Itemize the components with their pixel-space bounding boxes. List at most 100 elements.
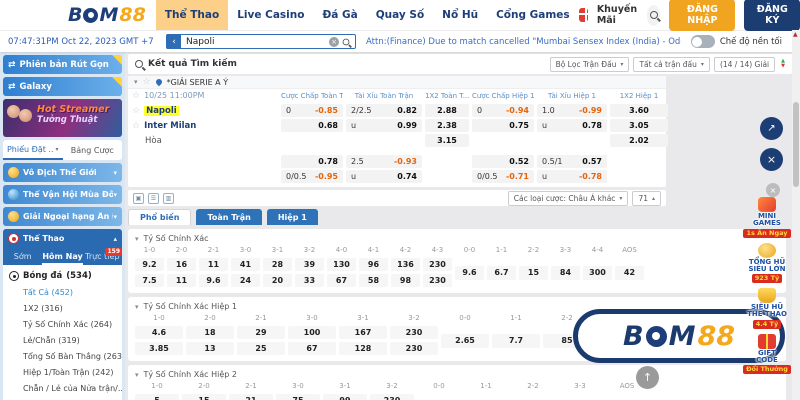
star-icon[interactable]: ☆	[132, 121, 140, 131]
nav-tab[interactable]: Cổng Games	[487, 0, 579, 30]
odds-cell[interactable]: 2.5-0.93	[346, 155, 422, 168]
chevron-left-icon[interactable]: ‹	[167, 34, 181, 49]
odds-cell[interactable]: 0.78	[281, 155, 343, 168]
search-value[interactable]: Napoli	[181, 37, 329, 47]
market-tab[interactable]: Toàn Trận	[196, 209, 261, 225]
expand-arrow-button[interactable]: ↗	[760, 117, 783, 140]
odds-cell[interactable]: 0.75	[472, 119, 534, 132]
market-item[interactable]: Tổng Số Bàn Thắng (263)	[3, 348, 122, 364]
market-item[interactable]: Tất Cả (452)	[3, 284, 122, 300]
star-icon[interactable]: ☆	[132, 106, 140, 116]
market-tab[interactable]: Hiệp 1	[267, 209, 318, 225]
register-button[interactable]: ĐĂNG KÝ	[744, 0, 800, 31]
odds-cell[interactable]: u0.74	[346, 170, 422, 183]
odds-cell[interactable]: 3.15	[425, 134, 469, 147]
odds-cell[interactable]: 0-0.94	[472, 104, 534, 117]
score-odds-cell[interactable]: 67	[288, 342, 336, 355]
score-odds-cell[interactable]: 67	[327, 274, 356, 287]
tab-bet-slip[interactable]: Phiếu Đặt .. ▾	[3, 140, 63, 160]
score-odds-cell[interactable]: 28	[263, 258, 292, 271]
score-odds-cell[interactable]: 99	[323, 394, 367, 400]
time-tab[interactable]: Trực tiếp159	[83, 248, 122, 265]
score-odds-cell[interactable]: 230	[370, 394, 414, 400]
score-odds-cell[interactable]: 9.6	[199, 274, 228, 287]
score-odds-cell[interactable]: 15	[519, 266, 548, 280]
score-odds-cell[interactable]: 24	[231, 274, 260, 287]
odds-cell[interactable]: 3.05	[610, 119, 668, 132]
market-item[interactable]: Tỷ Số Chính Xác (264)	[3, 316, 122, 332]
score-odds-cell[interactable]: 2.65	[441, 334, 489, 348]
score-odds-cell[interactable]: 4.6	[135, 326, 183, 339]
score-odds-cell[interactable]: 39	[295, 258, 324, 271]
section-header[interactable]: ▾Tỷ Số Chính Xác	[135, 232, 779, 245]
hot-streamer-banner[interactable]: Hot Streamer Tưởng Thuật	[3, 99, 122, 137]
search-input[interactable]: ‹ Napoli ×	[166, 34, 356, 49]
score-odds-cell[interactable]: 25	[237, 342, 285, 355]
promo-card[interactable]: SIÊU HŨTHỂ THAO4.4 Tỷ	[747, 288, 787, 329]
tab-bet-board[interactable]: Bảng Cược	[63, 140, 123, 160]
nav-tab[interactable]: Quay Số	[367, 0, 433, 30]
nav-tab[interactable]: Live Casino	[228, 0, 313, 30]
list-view-icon[interactable]: ☰	[148, 193, 159, 204]
score-odds-cell[interactable]: 75	[276, 394, 320, 400]
stats-view-icon[interactable]: ▥	[163, 193, 174, 204]
score-odds-cell[interactable]: 5	[135, 394, 179, 400]
odds-cell[interactable]: 0/0.5-0.95	[281, 170, 343, 183]
odds-cell[interactable]: u-0.78	[537, 170, 607, 183]
odds-cell[interactable]: 2.88	[425, 104, 469, 117]
page-scrollbar[interactable]: ▲	[792, 30, 800, 400]
odds-cell[interactable]: 3.60	[610, 104, 668, 117]
market-item[interactable]: Hiệp 1/Toàn Trận (242)	[3, 364, 122, 380]
star-icon[interactable]: ☆	[143, 77, 151, 87]
nav-tab[interactable]: Đá Gà	[313, 0, 366, 30]
all-matches-dropdown[interactable]: Tất cả trận đấu▾	[633, 57, 710, 72]
score-odds-cell[interactable]: 13	[186, 342, 234, 355]
score-odds-cell[interactable]: 84	[551, 266, 580, 280]
score-odds-cell[interactable]: 42	[615, 266, 644, 280]
bet-types-dropdown[interactable]: Các loại cược: Châu Á khác▾	[508, 191, 629, 206]
score-odds-cell[interactable]: 7.5	[135, 274, 164, 287]
section-header[interactable]: ▾Tỷ Số Chính Xác Hiệp 2	[135, 368, 779, 381]
star-icon[interactable]: ☆	[132, 91, 140, 101]
league-header-row[interactable]: ▾ ☆ *GIẢI SERIE A Ý	[128, 76, 666, 89]
score-odds-cell[interactable]: 16	[167, 258, 196, 271]
score-odds-cell[interactable]: 11	[199, 258, 228, 271]
score-odds-cell[interactable]: 9.6	[455, 266, 484, 280]
nav-tab[interactable]: Thể Thao	[156, 0, 228, 30]
promo-card[interactable]: GIFTCODEĐổi Thưởng	[743, 334, 791, 375]
market-tab[interactable]: Phổ biến	[128, 209, 191, 225]
galaxy-banner[interactable]: ⇄ Galaxy	[3, 77, 122, 96]
score-odds-cell[interactable]: 300	[583, 266, 612, 280]
score-odds-cell[interactable]: 130	[327, 258, 356, 271]
sport-header-football[interactable]: Bóng đá (534)	[3, 268, 122, 284]
score-odds-cell[interactable]: 6.7	[487, 266, 516, 280]
score-odds-cell[interactable]: 11	[167, 274, 196, 287]
score-odds-cell[interactable]: 7.7	[492, 334, 540, 348]
score-odds-cell[interactable]: 230	[390, 326, 438, 339]
scrollbar-thumb[interactable]	[793, 102, 799, 187]
odds-cell[interactable]: 0.52	[472, 155, 534, 168]
score-odds-cell[interactable]: 58	[359, 274, 388, 287]
collapse-chevron-icon[interactable]: ▾	[134, 78, 138, 86]
sidebar-league-item[interactable]: Thể Vận Hội Mùa Đông▾	[3, 185, 122, 204]
score-odds-cell[interactable]: 18	[186, 326, 234, 339]
match-filter-dropdown[interactable]: Bộ Lọc Trận Đấu▾	[550, 57, 630, 72]
grid-view-icon[interactable]: ▣	[133, 193, 144, 204]
odds-cell[interactable]: 0/0.5-0.71	[472, 170, 534, 183]
scrollbar-up-arrow[interactable]: ▲	[793, 31, 798, 38]
login-button[interactable]: ĐĂNG NHẬP	[669, 0, 735, 31]
odds-cell[interactable]: u0.99	[346, 119, 422, 132]
brand-logo[interactable]: B M 88	[68, 4, 146, 26]
odds-cell[interactable]: 0-0.85	[281, 104, 343, 117]
clear-search-icon[interactable]: ×	[329, 37, 339, 47]
sidebar-league-item[interactable]: Vô Địch Thế Giới▾	[3, 163, 122, 182]
bet-count-box[interactable]: 71▴	[632, 191, 661, 206]
score-odds-cell[interactable]: 15	[182, 394, 226, 400]
odds-cell[interactable]: 1.0-0.99	[537, 104, 607, 117]
odds-cell[interactable]: 2.02	[610, 134, 668, 147]
nav-tab[interactable]: Nổ Hũ	[433, 0, 487, 30]
score-odds-cell[interactable]: 230	[390, 342, 438, 355]
scroll-to-top-button[interactable]: ↑	[636, 366, 659, 389]
odds-cell[interactable]: 2.38	[425, 119, 469, 132]
score-odds-cell[interactable]: 33	[295, 274, 324, 287]
